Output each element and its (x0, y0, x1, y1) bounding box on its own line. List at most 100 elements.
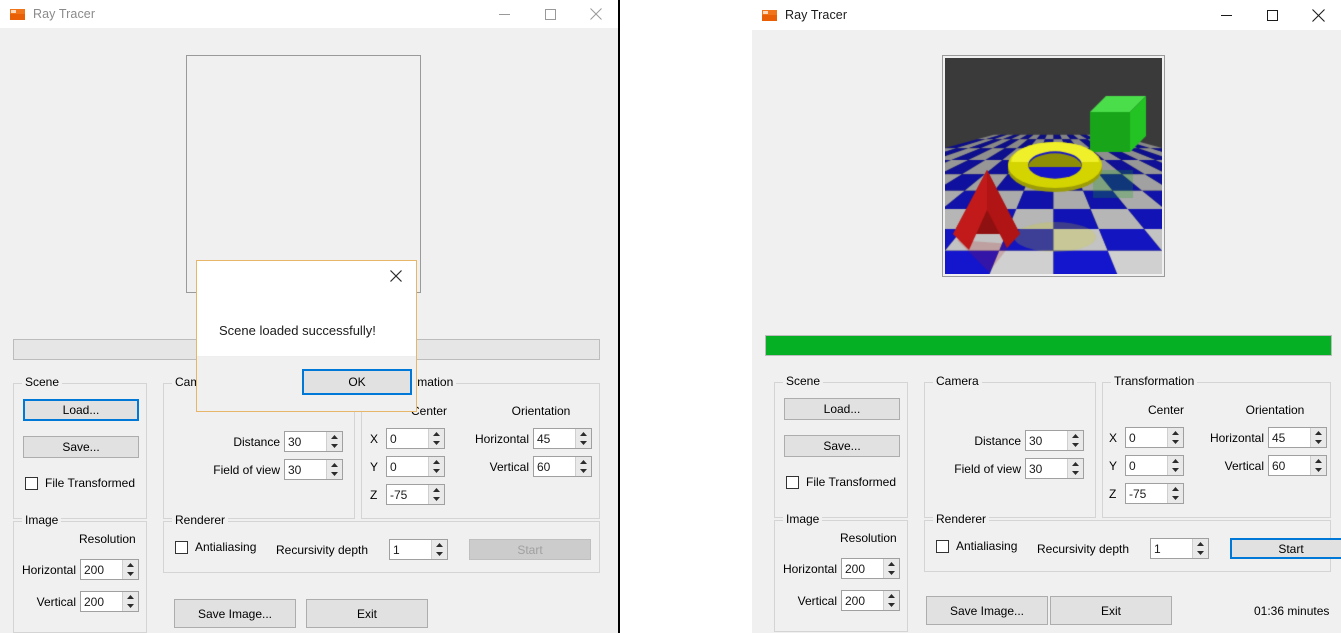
image-horizontal-spinner[interactable]: 200 (80, 559, 139, 580)
exit-button[interactable]: Exit (306, 599, 428, 628)
checkbox-box[interactable] (175, 540, 188, 554)
spinner-arrows[interactable] (431, 540, 447, 559)
spinner-down-icon[interactable] (1168, 438, 1183, 448)
maximize-icon[interactable] (1249, 0, 1295, 30)
spinner-up-icon[interactable] (123, 560, 138, 570)
center-z-value[interactable]: -75 (1126, 484, 1167, 503)
checkbox-box[interactable] (25, 476, 38, 490)
center-x-spinner[interactable]: 0 (386, 428, 445, 449)
field-of-view-spinner[interactable]: 30 (284, 459, 343, 480)
spinner-arrows[interactable] (326, 432, 342, 451)
spinner-up-icon[interactable] (1168, 428, 1183, 438)
spinner-down-icon[interactable] (327, 470, 342, 480)
save-image-button[interactable]: Save Image... (174, 599, 296, 628)
spinner-up-icon[interactable] (327, 460, 342, 470)
center-y-value[interactable]: 0 (1126, 456, 1167, 475)
spinner-down-icon[interactable] (576, 467, 591, 477)
spinner-arrows[interactable] (1067, 431, 1083, 450)
center-x-spinner[interactable]: 0 (1125, 427, 1184, 448)
center-y-spinner[interactable]: 0 (386, 456, 445, 477)
spinner-arrows[interactable] (883, 559, 899, 578)
orientation-horizontal-value[interactable]: 45 (1269, 428, 1310, 447)
image-vertical-value[interactable]: 200 (842, 591, 883, 610)
spinner-down-icon[interactable] (432, 550, 447, 560)
orientation-horizontal-spinner[interactable]: 45 (1268, 427, 1327, 448)
recursivity-depth-spinner[interactable]: 1 (389, 539, 448, 560)
spinner-arrows[interactable] (575, 429, 591, 448)
titlebar-right[interactable]: Ray Tracer (752, 0, 1341, 30)
image-vertical-spinner[interactable]: 200 (841, 590, 900, 611)
antialiasing-checkbox[interactable]: Antialiasing (936, 539, 1017, 553)
spinner-arrows[interactable] (1167, 456, 1183, 475)
spinner-down-icon[interactable] (1068, 441, 1083, 451)
antialiasing-checkbox[interactable]: Antialiasing (175, 540, 256, 554)
spinner-up-icon[interactable] (429, 457, 444, 467)
spinner-up-icon[interactable] (1311, 456, 1326, 466)
load-button[interactable]: Load... (23, 399, 139, 421)
close-icon[interactable] (573, 0, 619, 28)
center-y-value[interactable]: 0 (387, 457, 428, 476)
maximize-icon[interactable] (527, 0, 573, 28)
field-of-view-spinner[interactable]: 30 (1025, 458, 1084, 479)
spinner-up-icon[interactable] (1168, 484, 1183, 494)
spinner-down-icon[interactable] (1168, 466, 1183, 476)
orientation-vertical-value[interactable]: 60 (1269, 456, 1310, 475)
spinner-up-icon[interactable] (429, 429, 444, 439)
file-transformed-checkbox[interactable]: File Transformed (786, 475, 896, 489)
spinner-arrows[interactable] (1167, 484, 1183, 503)
load-button[interactable]: Load... (784, 398, 900, 420)
spinner-down-icon[interactable] (1068, 469, 1083, 479)
save-button[interactable]: Save... (784, 435, 900, 457)
spinner-up-icon[interactable] (1168, 456, 1183, 466)
spinner-up-icon[interactable] (429, 485, 444, 495)
distance-value[interactable]: 30 (285, 432, 326, 451)
distance-spinner[interactable]: 30 (1025, 430, 1084, 451)
orientation-horizontal-spinner[interactable]: 45 (533, 428, 592, 449)
center-z-spinner[interactable]: -75 (1125, 483, 1184, 504)
spinner-down-icon[interactable] (1168, 494, 1183, 504)
image-vertical-value[interactable]: 200 (81, 592, 122, 611)
spinner-arrows[interactable] (122, 560, 138, 579)
spinner-arrows[interactable] (326, 460, 342, 479)
save-image-button[interactable]: Save Image... (926, 596, 1048, 625)
center-x-value[interactable]: 0 (1126, 428, 1167, 447)
spinner-up-icon[interactable] (1193, 539, 1208, 549)
spinner-down-icon[interactable] (123, 570, 138, 580)
spinner-arrows[interactable] (428, 457, 444, 476)
exit-button[interactable]: Exit (1050, 596, 1172, 625)
spinner-up-icon[interactable] (576, 457, 591, 467)
dialog-ok-button[interactable]: OK (302, 369, 412, 395)
spinner-down-icon[interactable] (576, 439, 591, 449)
image-horizontal-spinner[interactable]: 200 (841, 558, 900, 579)
spinner-up-icon[interactable] (1068, 431, 1083, 441)
orientation-vertical-spinner[interactable]: 60 (533, 456, 592, 477)
titlebar-left[interactable]: Ray Tracer (0, 0, 619, 28)
spinner-arrows[interactable] (883, 591, 899, 610)
spinner-down-icon[interactable] (1311, 438, 1326, 448)
spinner-up-icon[interactable] (1068, 459, 1083, 469)
spinner-down-icon[interactable] (429, 439, 444, 449)
spinner-arrows[interactable] (1192, 539, 1208, 558)
center-y-spinner[interactable]: 0 (1125, 455, 1184, 476)
spinner-down-icon[interactable] (429, 495, 444, 505)
minimize-icon[interactable] (481, 0, 527, 28)
spinner-up-icon[interactable] (884, 559, 899, 569)
spinner-arrows[interactable] (1167, 428, 1183, 447)
spinner-arrows[interactable] (122, 592, 138, 611)
spinner-arrows[interactable] (428, 485, 444, 504)
start-button[interactable]: Start (1230, 538, 1341, 559)
spinner-down-icon[interactable] (1193, 549, 1208, 559)
center-z-spinner[interactable]: -75 (386, 484, 445, 505)
spinner-up-icon[interactable] (1311, 428, 1326, 438)
spinner-arrows[interactable] (428, 429, 444, 448)
spinner-up-icon[interactable] (432, 540, 447, 550)
spinner-down-icon[interactable] (884, 601, 899, 611)
image-horizontal-value[interactable]: 200 (842, 559, 883, 578)
spinner-down-icon[interactable] (1311, 466, 1326, 476)
center-x-value[interactable]: 0 (387, 429, 428, 448)
spinner-arrows[interactable] (1067, 459, 1083, 478)
spinner-down-icon[interactable] (123, 602, 138, 612)
spinner-up-icon[interactable] (327, 432, 342, 442)
file-transformed-checkbox[interactable]: File Transformed (25, 476, 135, 490)
recursivity-depth-spinner[interactable]: 1 (1150, 538, 1209, 559)
